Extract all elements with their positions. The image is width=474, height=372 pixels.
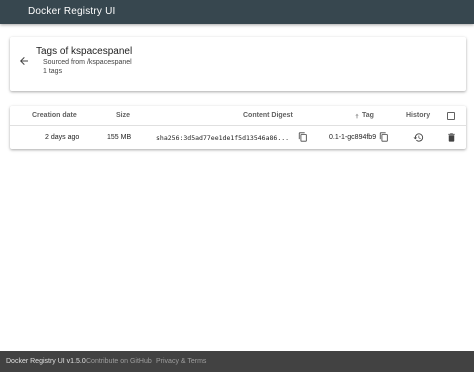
app-header: Docker Registry UI [0, 0, 474, 24]
header-content-digest[interactable]: Content Digest [243, 112, 293, 119]
tags-table: Creation date Size Content Digest Tag Hi… [10, 106, 466, 149]
header-tag[interactable]: Tag [362, 112, 374, 119]
privacy-link[interactable]: Privacy & Terms [156, 358, 206, 365]
copy-icon[interactable] [298, 132, 308, 142]
cell-tag: 0.1-1-gc894fb9 [329, 134, 377, 141]
table-header-row: Creation date Size Content Digest Tag Hi… [10, 106, 466, 126]
sort-arrow-icon[interactable] [353, 112, 361, 120]
cell-size: 155 MB [107, 134, 132, 141]
github-link[interactable]: Contribute on GitHub [86, 358, 152, 365]
header-creation-date[interactable]: Creation date [32, 112, 77, 119]
app-title[interactable]: Docker Registry UI [28, 6, 116, 17]
delete-icon[interactable] [446, 132, 457, 143]
arrow-back-icon[interactable] [18, 55, 30, 67]
history-icon[interactable] [413, 132, 424, 143]
version-text: Docker Registry UI v1.5.0 [6, 358, 86, 365]
cell-creation-date: 2 days ago [45, 134, 80, 141]
header-size[interactable]: Size [116, 112, 130, 119]
copy-icon[interactable] [379, 132, 389, 142]
app-footer: Docker Registry UI v1.5.0 Contribute on … [0, 351, 474, 372]
select-all-checkbox[interactable] [447, 112, 455, 120]
source-text: Sourced from /kspacespanel [43, 59, 132, 66]
cell-content-digest: sha256:3d5ad77ee1de1f5d13546a86... [156, 134, 290, 142]
header-history: History [406, 112, 431, 119]
tag-count: 1 tags [43, 68, 63, 75]
table-row: 2 days ago 155 MB sha256:3d5ad77ee1de1f5… [10, 126, 466, 149]
page-title: Tags of kspacespanel [36, 46, 133, 57]
tags-card: Tags of kspacespanel Sourced from /kspac… [10, 37, 466, 91]
